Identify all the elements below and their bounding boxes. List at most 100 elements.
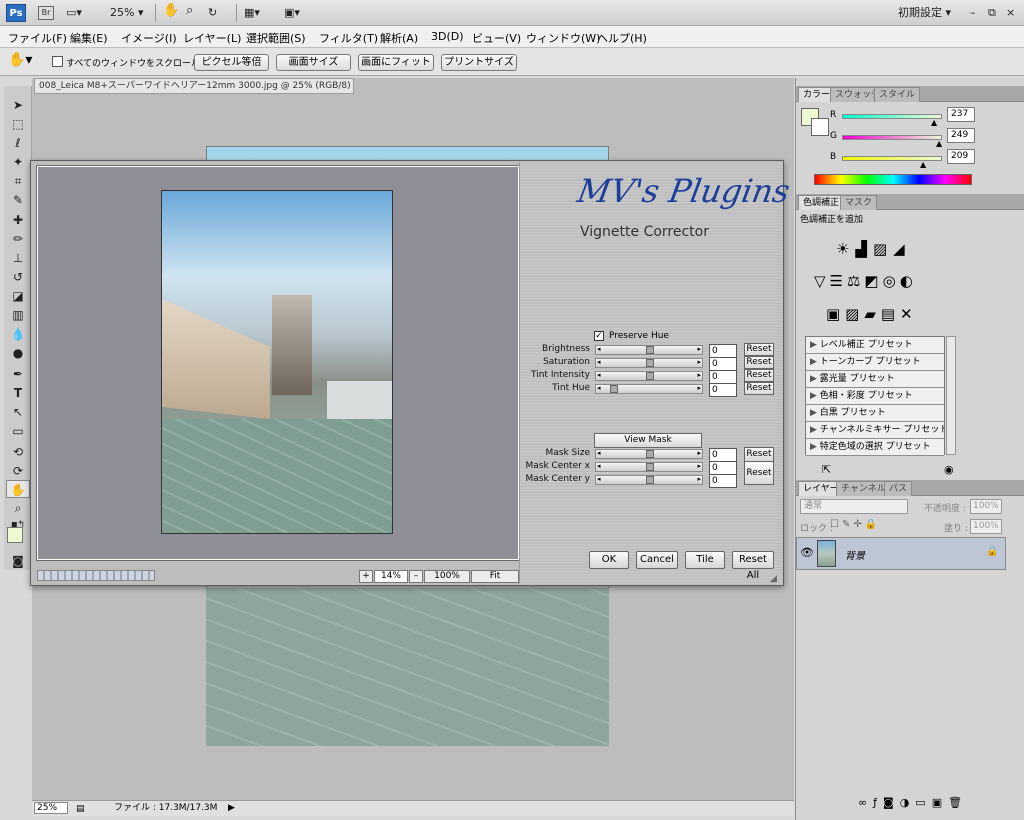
type-tool-icon[interactable]: T <box>6 384 30 402</box>
bridge-button[interactable]: Br <box>38 6 54 20</box>
eraser-tool-icon[interactable]: ◪ <box>6 287 30 305</box>
eyedropper-tool-icon[interactable]: ✎ <box>6 191 30 209</box>
expand-arrow-icon[interactable]: ▶ <box>810 340 820 350</box>
preset-item[interactable]: ▶ チャンネルミキサー プリセット <box>806 422 944 439</box>
slider-right-arrow-icon[interactable]: ▸ <box>697 345 701 353</box>
adjustment-icons-row-1[interactable]: ☀▟▨◢ <box>836 240 911 258</box>
slider-left-arrow-icon[interactable]: ◂ <box>597 384 601 392</box>
document-tab-close[interactable]: × <box>353 81 354 91</box>
zoom-tool-icon[interactable]: ⌕ <box>186 3 193 19</box>
slider-left-arrow-icon[interactable]: ◂ <box>597 345 601 353</box>
status-menu-arrow[interactable]: ▶ <box>228 801 235 815</box>
color-ramp[interactable] <box>814 174 972 185</box>
slider-track[interactable]: ◂ ▸ <box>595 371 703 381</box>
reset-button[interactable]: Reset <box>744 356 774 369</box>
opacity-field[interactable]: 100% <box>970 499 1002 514</box>
channel-value-g[interactable]: 249 <box>947 128 975 143</box>
expand-arrow-icon[interactable]: ▶ <box>810 408 820 418</box>
dodge-tool-icon[interactable]: ● <box>6 344 30 362</box>
menu-layer[interactable]: レイヤー(L) <box>183 30 241 46</box>
resize-grip-icon[interactable]: ◢ <box>770 574 777 584</box>
mask-center-reset-button[interactable]: Reset <box>744 461 774 485</box>
ok-button[interactable]: OK <box>589 551 629 569</box>
slider-value-field[interactable]: 0 <box>709 448 737 462</box>
slider-right-arrow-icon[interactable]: ▸ <box>697 371 701 379</box>
zoom-out-button[interactable]: – <box>409 570 423 583</box>
channel-slider-thumb[interactable]: ▲ <box>920 160 926 169</box>
reset-button[interactable]: Reset <box>744 343 774 356</box>
expand-arrow-icon[interactable]: ▶ <box>810 374 820 384</box>
slider-value-field[interactable]: 0 <box>709 357 737 371</box>
slider-track[interactable]: ◂ ▸ <box>595 449 703 459</box>
layer-name[interactable]: 背景 <box>845 547 865 562</box>
channel-value-r[interactable]: 237 <box>947 107 975 122</box>
slider-right-arrow-icon[interactable]: ▸ <box>697 462 701 470</box>
zoom-tool-icon[interactable]: ⌕ <box>6 499 30 517</box>
slider-value-field[interactable]: 0 <box>709 461 737 475</box>
actual-pixels-button[interactable]: ピクセル等倍 <box>194 54 269 71</box>
layer-visibility-eye-icon[interactable]: 👁 <box>800 546 814 559</box>
menu-edit[interactable]: 編集(E) <box>70 30 108 46</box>
brush-tool-icon[interactable]: ✏ <box>6 230 30 248</box>
slider-value-field[interactable]: 0 <box>709 370 737 384</box>
zoom-value-field[interactable]: 14% <box>374 570 408 583</box>
slider-thumb[interactable] <box>610 385 618 393</box>
hand-icon[interactable]: ✋ <box>163 3 179 19</box>
preset-item[interactable]: ▶ レベル補正 プリセット <box>806 337 944 354</box>
slider-thumb[interactable] <box>646 346 654 354</box>
slider-thumb[interactable] <box>646 463 654 471</box>
layer-footer-icons[interactable]: ∞ƒ◙◑▭▣🗑 <box>858 796 968 809</box>
rotate-view-icon[interactable]: ↻ <box>208 5 217 21</box>
history-brush-tool-icon[interactable]: ↺ <box>6 268 30 286</box>
channel-slider-r[interactable] <box>842 114 942 119</box>
slider-left-arrow-icon[interactable]: ◂ <box>597 475 601 483</box>
slider-left-arrow-icon[interactable]: ◂ <box>597 449 601 457</box>
expand-arrow-icon[interactable]: ▶ <box>810 357 820 367</box>
hand-tool-icon[interactable]: ✋ <box>6 480 30 498</box>
preset-item[interactable]: ▶ 色相・彩度 プリセット <box>806 388 944 405</box>
slider-track[interactable]: ◂ ▸ <box>595 345 703 355</box>
blur-tool-icon[interactable]: 💧 <box>6 325 30 343</box>
slider-thumb[interactable] <box>646 450 654 458</box>
view-mask-button[interactable]: View Mask <box>594 433 702 448</box>
tab-masks[interactable]: マスク <box>840 195 878 210</box>
print-size-button[interactable]: プリントサイズ <box>441 54 517 71</box>
slider-right-arrow-icon[interactable]: ▸ <box>697 449 701 457</box>
expand-arrow-icon[interactable]: ▶ <box>810 442 820 452</box>
slider-thumb[interactable] <box>646 372 654 380</box>
tab-styles[interactable]: スタイル <box>874 87 921 102</box>
path-selection-tool-icon[interactable]: ↖ <box>6 403 30 421</box>
preset-scrollbar[interactable] <box>946 336 956 455</box>
reset-button[interactable]: Reset <box>744 382 774 395</box>
preset-item[interactable]: ▶ 白黒 プリセット <box>806 405 944 422</box>
cancel-button[interactable]: Cancel <box>636 551 678 569</box>
scroll-all-checkbox[interactable] <box>52 56 63 67</box>
arrange-documents-icon[interactable]: ▦▾ <box>244 5 260 21</box>
workspace-dropdown[interactable]: 初期設定 ▾ <box>898 5 951 21</box>
hand-tool-preset-icon[interactable]: ✋▾ <box>8 52 32 68</box>
slider-value-field[interactable]: 0 <box>709 474 737 488</box>
menu-analysis[interactable]: 解析(A) <box>380 30 418 46</box>
quick-mask-icon[interactable]: ◙ <box>6 552 30 570</box>
slider-thumb[interactable] <box>646 359 654 367</box>
channel-slider-thumb[interactable]: ▲ <box>931 118 937 127</box>
marquee-tool-icon[interactable]: ⬚ <box>6 115 30 133</box>
move-tool-icon[interactable]: ➤ <box>6 96 30 114</box>
menu-image[interactable]: イメージ(I) <box>121 30 177 46</box>
fill-field[interactable]: 100% <box>970 519 1002 534</box>
3d-rotate-tool-icon[interactable]: ⟲ <box>6 443 30 461</box>
channel-slider-b[interactable] <box>842 156 942 161</box>
magic-wand-tool-icon[interactable]: ✦ <box>6 153 30 171</box>
tile-button[interactable]: Tile <box>685 551 725 569</box>
menu-view[interactable]: ビュー(V) <box>472 30 521 46</box>
minimize-button[interactable]: – <box>970 5 976 21</box>
menu-select[interactable]: 選択範囲(S) <box>246 30 306 46</box>
screen-mode-dropdown-icon[interactable]: ▣▾ <box>284 5 300 21</box>
preset-item[interactable]: ▶ トーンカーブ プリセット <box>806 354 944 371</box>
slider-track[interactable]: ◂ ▸ <box>595 384 703 394</box>
slider-right-arrow-icon[interactable]: ▸ <box>697 358 701 366</box>
preset-item[interactable]: ▶ 特定色域の選択 プリセット <box>806 439 944 456</box>
slider-right-arrow-icon[interactable]: ▸ <box>697 475 701 483</box>
reset-all-button[interactable]: Reset All <box>732 551 774 581</box>
slider-right-arrow-icon[interactable]: ▸ <box>697 384 701 392</box>
